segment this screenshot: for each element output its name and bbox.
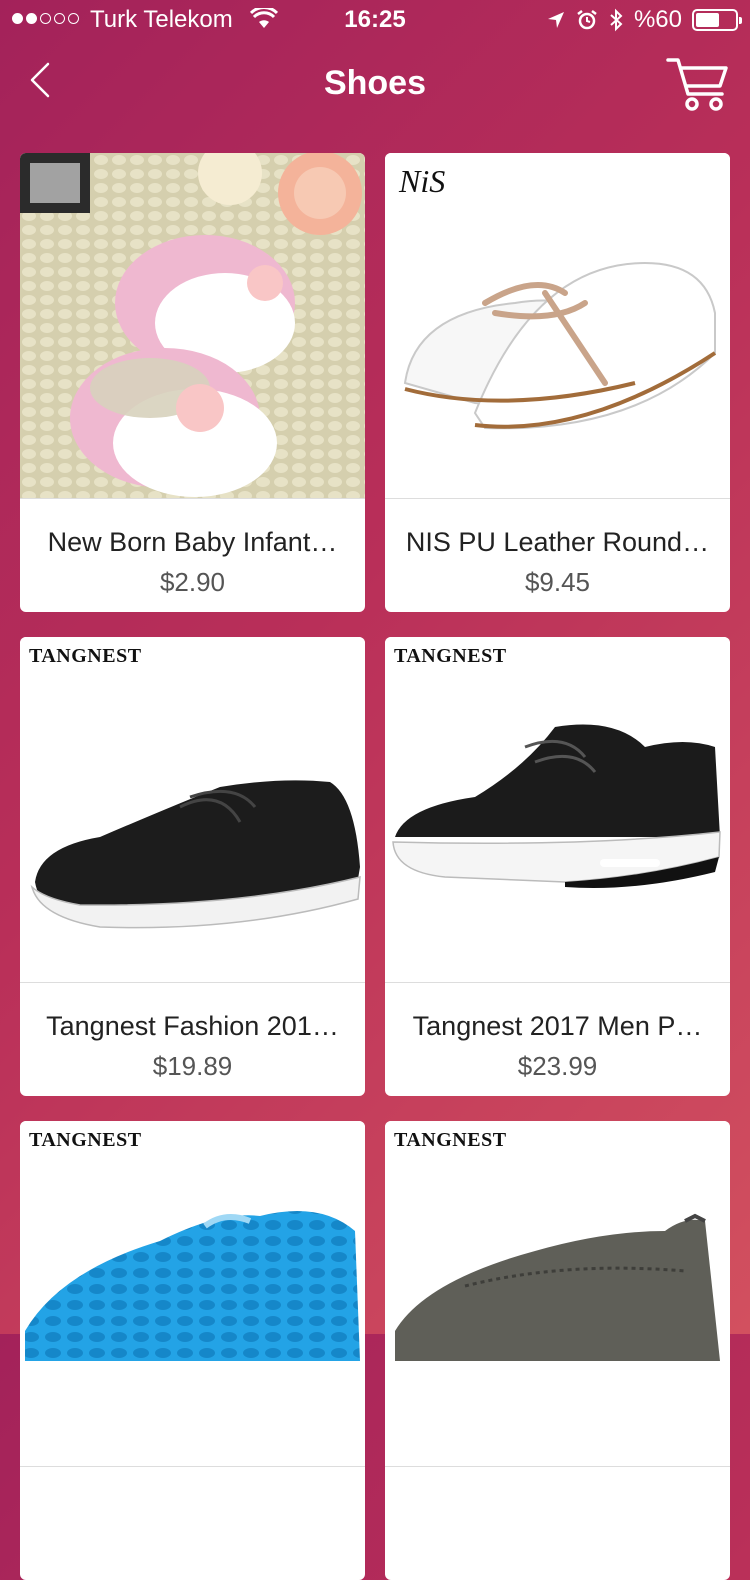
product-image-blue-mesh-slip-on: TANGNEST	[20, 1121, 365, 1466]
product-card[interactable]: TANGNEST	[20, 1121, 365, 1580]
card-divider	[385, 1466, 730, 1467]
product-price: $2.90	[159, 567, 226, 597]
brand-logo: NiS	[399, 163, 446, 199]
page-title: Shoes	[323, 64, 427, 102]
bluetooth-icon	[610, 8, 623, 32]
product-image-black-sport-sneaker: TANGNEST	[385, 637, 730, 982]
product-card[interactable]: TANGNEST	[385, 1121, 730, 1580]
product-title: NIS PU Leather Round…	[405, 527, 710, 557]
shopping-cart-icon	[666, 58, 728, 111]
product-image-black-leather-sneaker: TANGNEST	[20, 637, 365, 982]
product-title: Tangnest Fashion 201…	[46, 1011, 339, 1041]
brand-logo: TANGNEST	[29, 1129, 142, 1151]
brand-logo: TANGNEST	[394, 1129, 507, 1151]
card-divider	[20, 982, 365, 983]
product-title: Tangnest 2017 Men P…	[412, 1011, 703, 1041]
card-divider	[385, 982, 730, 983]
product-image-white-lace-up-shoes: NiS	[385, 153, 730, 498]
status-bar: Turk Telekom 16:25 %60	[0, 0, 750, 40]
product-card[interactable]: TANGNEST Tangnest 2017 Men P… $23.99	[385, 637, 730, 1096]
product-image-pink-baby-shoes	[20, 153, 365, 498]
product-image-grey-slip-on-loafer: TANGNEST	[385, 1121, 730, 1466]
product-price: $19.89	[152, 1051, 233, 1081]
card-divider	[20, 1466, 365, 1467]
cart-button[interactable]	[664, 54, 734, 114]
product-price: $23.99	[517, 1051, 598, 1081]
product-title: New Born Baby Infant…	[47, 527, 338, 557]
card-divider	[385, 498, 730, 499]
product-price: $9.45	[524, 567, 591, 597]
battery-icon	[692, 9, 742, 31]
product-card[interactable]: New Born Baby Infant… $2.90	[20, 153, 365, 612]
navigation-bar: Shoes	[0, 40, 750, 128]
alarm-icon	[577, 10, 597, 30]
battery-percent: %60	[633, 6, 682, 33]
product-card[interactable]: TANGNEST Tangnest Fashion 201… $19.89	[20, 637, 365, 1096]
product-card[interactable]: NiS NIS PU Leather Round… $9.45	[385, 153, 730, 612]
card-divider	[20, 498, 365, 499]
location-arrow-icon	[547, 12, 564, 28]
brand-logo: TANGNEST	[394, 645, 507, 667]
brand-logo: TANGNEST	[29, 645, 142, 667]
